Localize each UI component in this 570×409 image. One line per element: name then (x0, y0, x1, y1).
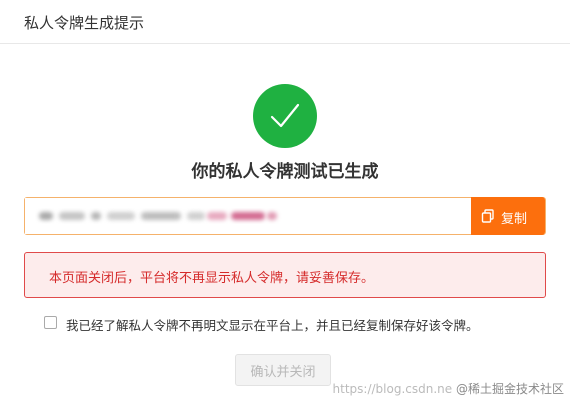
check-circle-icon (253, 84, 317, 148)
copy-icon (481, 209, 494, 223)
watermark: https://blog.csdn.ne @稀土掘金技术社区 (333, 380, 564, 397)
token-blur-mask (35, 208, 285, 224)
dialog-header: 私人令牌生成提示 (0, 0, 570, 44)
token-row: 复制 (24, 197, 546, 235)
warning-alert: 本页面关闭后，平台将不再显示私人令牌，请妥善保存。 (24, 252, 546, 298)
success-heading: 你的私人令牌测试已生成 (191, 162, 379, 182)
copy-button[interactable]: 复制 (471, 197, 545, 235)
token-field[interactable] (25, 198, 473, 234)
watermark-brand: @稀土掘金技术社区 (455, 382, 564, 396)
agreement-checkbox[interactable] (44, 316, 57, 329)
token-dialog: 私人令牌生成提示 你的私人令牌测试已生成 复制 本页面关闭后，平台将不再显示私人… (0, 0, 570, 409)
agreement-label[interactable]: 我已经了解私人令牌不再明文显示在平台上，并且已经复制保存好该令牌。 (66, 315, 479, 334)
dialog-title: 私人令牌生成提示 (24, 14, 145, 32)
agreement-row: 我已经了解私人令牌不再明文显示在平台上，并且已经复制保存好该令牌。 (44, 314, 544, 334)
copy-label: 复制 (501, 212, 528, 227)
watermark-url: https://blog.csdn.ne (332, 382, 453, 396)
warning-text: 本页面关闭后，平台将不再显示私人令牌，请妥善保存。 (49, 271, 375, 286)
confirm-close-button[interactable]: 确认并关闭 (235, 354, 331, 386)
